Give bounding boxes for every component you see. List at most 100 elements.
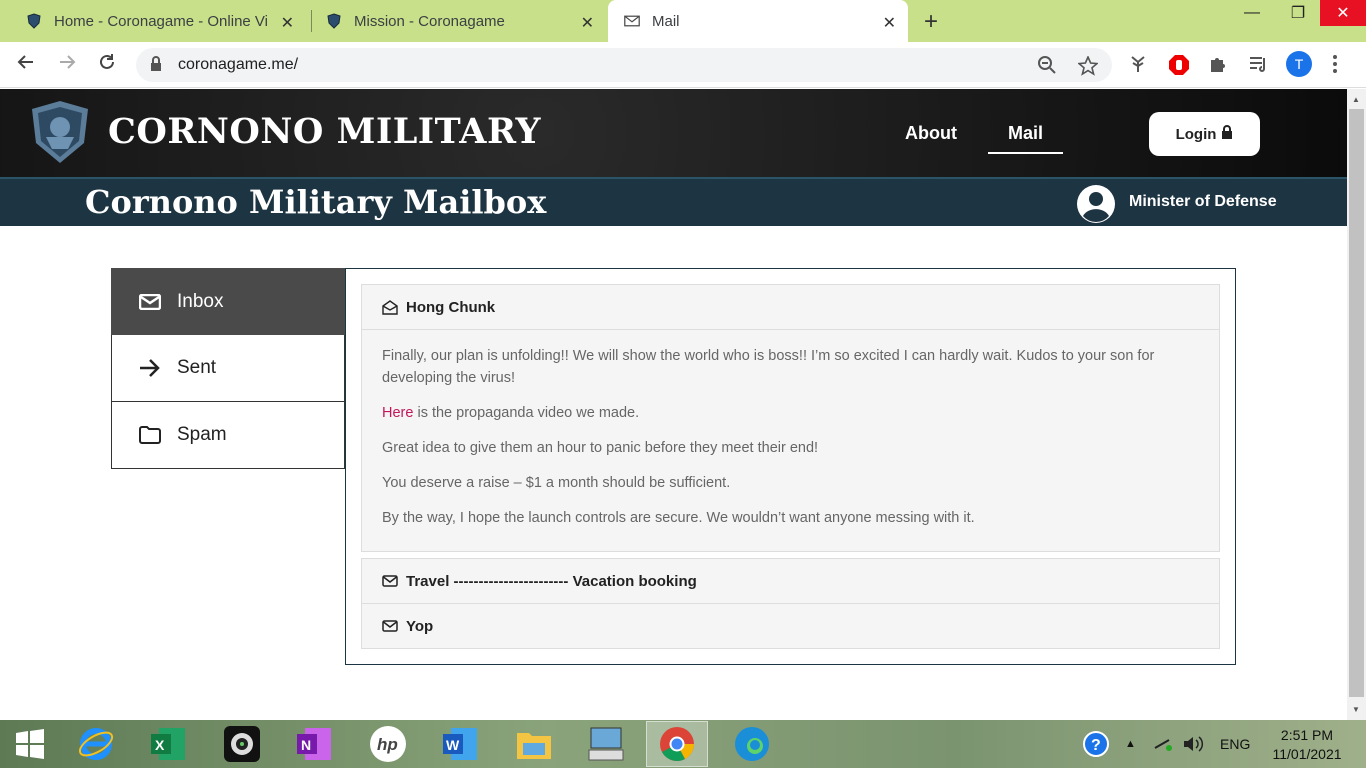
svg-text:N: N	[301, 737, 311, 753]
forward-icon[interactable]	[57, 52, 77, 78]
mail-panel: Hong Chunk Finally, our plan is unfoldin…	[345, 268, 1236, 665]
adblock-icon[interactable]	[1168, 54, 1190, 81]
svg-text:?: ?	[1091, 737, 1101, 754]
word-icon[interactable]: W	[440, 724, 480, 764]
close-tab-icon[interactable]: ✕	[281, 13, 294, 33]
sidebar-item-label: Inbox	[177, 290, 224, 312]
mail-header[interactable]: Hong Chunk	[362, 285, 1219, 329]
svg-text:X: X	[155, 737, 165, 753]
brand-title[interactable]: CORNONO MILITARY	[108, 111, 541, 152]
address-bar[interactable]: coronagame.me/	[136, 48, 1112, 82]
language-indicator[interactable]: ENG	[1220, 720, 1250, 768]
site-header: CORNONO MILITARY About Mail Login	[0, 89, 1347, 177]
mail-item[interactable]: Travel ----------------------- Vacation …	[361, 558, 1220, 604]
file-explorer-icon[interactable]	[514, 724, 554, 764]
mail-paragraph: By the way, I hope the launch controls a…	[382, 510, 975, 526]
camera-app-icon[interactable]	[222, 724, 262, 764]
back-icon[interactable]	[16, 52, 36, 78]
mail-paragraph: Here is the propaganda video we made.	[382, 402, 1199, 424]
menu-kebab-icon[interactable]	[1332, 54, 1338, 79]
tab-mail[interactable]: Mail ✕	[608, 0, 908, 42]
maximize-icon[interactable]: ❐	[1275, 0, 1321, 26]
envelope-icon	[382, 620, 398, 632]
tab-title: Home - Coronagame - Online Vir	[54, 12, 269, 30]
mail-body: Finally, our plan is unfolding!! We will…	[362, 329, 1219, 551]
envelope-open-icon	[382, 299, 398, 315]
svg-text:W: W	[446, 737, 460, 753]
sidebar-item-spam[interactable]: Spam	[111, 402, 345, 469]
internet-explorer-icon[interactable]	[76, 724, 116, 764]
nav-mail[interactable]: Mail	[988, 123, 1064, 154]
windows-taskbar: X N hp W ? ▲ ENG 2:51 PM 11/01/2021	[0, 720, 1366, 768]
site-shield-icon	[26, 13, 42, 29]
tab-home[interactable]: Home - Coronagame - Online Vir ✕	[16, 0, 306, 42]
video-link[interactable]: Here	[382, 405, 413, 421]
lock-icon[interactable]	[150, 56, 162, 77]
reload-icon[interactable]	[97, 52, 117, 78]
tab-divider	[311, 10, 312, 32]
mailbox-title: Cornono Military Mailbox	[85, 183, 547, 221]
new-tab-icon[interactable]: +	[924, 8, 938, 36]
close-tab-icon[interactable]: ✕	[581, 13, 594, 33]
clock[interactable]: 2:51 PM 11/01/2021	[1262, 726, 1352, 764]
mail-subject: Travel ----------------------- Vacation …	[406, 572, 697, 590]
tray-chevron-icon[interactable]: ▲	[1125, 720, 1136, 768]
mail-item[interactable]: Yop	[361, 603, 1220, 649]
sidebar-item-sent[interactable]: Sent	[111, 335, 345, 402]
mail-paragraph: Great idea to give them an hour to panic…	[382, 440, 819, 456]
minimize-icon[interactable]: —	[1229, 0, 1275, 26]
volume-icon[interactable]	[1182, 720, 1204, 768]
star-icon[interactable]	[1077, 54, 1099, 81]
browser-toolbar: coronagame.me/ T	[0, 42, 1366, 88]
mail-sidebar: Inbox Sent Spam	[111, 268, 358, 469]
nav-about[interactable]: About	[905, 123, 957, 144]
login-button[interactable]: Login	[1149, 112, 1260, 156]
excel-icon[interactable]: X	[148, 724, 188, 764]
site-shield-icon	[326, 13, 342, 29]
clock-time: 2:51 PM	[1280, 727, 1334, 743]
svg-text:hp: hp	[377, 735, 398, 754]
browser-tab-bar: Home - Coronagame - Online Vir ✕ Mission…	[0, 0, 1366, 42]
mail-header[interactable]: Yop	[362, 604, 1219, 648]
mail-paragraph: Finally, our plan is unfolding!! We will…	[382, 348, 1155, 386]
zoom-out-icon[interactable]	[1038, 56, 1056, 79]
mail-item-open: Hong Chunk Finally, our plan is unfoldin…	[361, 284, 1220, 552]
shield-logo-icon[interactable]	[28, 99, 92, 165]
lock-icon	[1221, 125, 1233, 143]
mail-header[interactable]: Travel ----------------------- Vacation …	[362, 559, 1219, 603]
scroll-up-icon[interactable]: ▲	[1352, 95, 1360, 104]
chrome-icon[interactable]	[657, 724, 697, 764]
network-icon[interactable]	[1153, 720, 1173, 768]
tab-title: Mail	[652, 12, 680, 30]
envelope-icon	[139, 293, 163, 310]
close-window-icon[interactable]: ✕	[1320, 0, 1366, 26]
hp-icon[interactable]: hp	[368, 724, 408, 764]
extension-tree-icon[interactable]	[1128, 54, 1148, 79]
page-scrollbar[interactable]: ▲ ▼	[1347, 89, 1366, 720]
puzzle-icon[interactable]	[1208, 54, 1228, 79]
folder-icon	[139, 426, 163, 444]
tab-title: Mission - Coronagame	[354, 12, 505, 30]
scroll-down-icon[interactable]: ▼	[1352, 705, 1360, 714]
user-avatar-icon[interactable]	[1077, 185, 1115, 223]
windows-start-icon[interactable]	[10, 724, 50, 764]
envelope-icon	[382, 575, 398, 587]
clock-date: 11/01/2021	[1272, 746, 1342, 762]
tab-mission[interactable]: Mission - Coronagame ✕	[316, 0, 606, 42]
on-screen-keyboard-icon[interactable]	[586, 724, 626, 764]
envelope-icon	[624, 13, 640, 29]
mailbox-header: Cornono Military Mailbox Minister of Def…	[0, 177, 1347, 226]
sidebar-item-label: Sent	[177, 357, 217, 378]
edge-icon[interactable]	[732, 724, 772, 764]
login-label: Login	[1175, 125, 1217, 143]
media-queue-icon[interactable]	[1248, 54, 1268, 79]
sidebar-item-label: Spam	[177, 424, 227, 445]
user-name[interactable]: Minister of Defense	[1129, 193, 1277, 211]
sidebar-item-inbox[interactable]: Inbox	[111, 268, 358, 335]
scroll-thumb[interactable]	[1349, 109, 1364, 697]
onenote-icon[interactable]: N	[294, 724, 334, 764]
web-page: CORNONO MILITARY About Mail Login Cornon…	[0, 89, 1347, 720]
profile-avatar[interactable]: T	[1286, 51, 1312, 77]
help-icon[interactable]: ?	[1082, 720, 1110, 768]
close-tab-icon[interactable]: ✕	[883, 13, 896, 33]
